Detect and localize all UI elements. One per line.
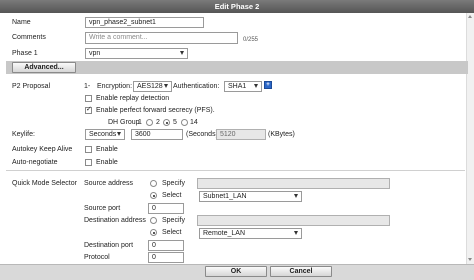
chevron-down-icon <box>180 51 184 55</box>
source-select-label: Select <box>162 192 182 199</box>
name-input[interactable]: vpn_phase2_subnet1 <box>85 17 204 28</box>
keylife-seconds-label: (Seconds) <box>186 131 218 138</box>
dh-option-label: 14 <box>190 119 198 126</box>
vertical-scrollbar[interactable] <box>466 13 474 264</box>
keylife-seconds-input[interactable]: 3600 <box>131 129 183 140</box>
autokey-enable-label: Enable <box>96 146 118 153</box>
keylife-kbytes-label: (KBytes) <box>268 131 295 138</box>
pfs-label: Enable perfect forward secrecy (PFS). <box>96 107 215 114</box>
comments-label: Comments <box>12 34 46 41</box>
proposal-index: 1- <box>84 83 91 90</box>
cancel-button[interactable]: Cancel <box>270 266 332 277</box>
destination-specify-radio[interactable] <box>150 217 157 224</box>
destination-address-select[interactable]: Remote_LAN <box>199 228 302 239</box>
dh-group-1-radio[interactable] <box>146 119 153 126</box>
dh-group-2-radio[interactable] <box>163 119 170 126</box>
replay-detection-checkbox[interactable] <box>85 95 92 102</box>
source-port-input[interactable]: 0 <box>148 203 184 214</box>
pfs-checkbox[interactable] <box>85 105 92 114</box>
protocol-input[interactable]: 0 <box>148 252 184 263</box>
ok-button[interactable]: OK <box>205 266 267 277</box>
name-label: Name <box>12 19 31 26</box>
destination-specify-label: Specify <box>162 217 185 224</box>
phase1-label: Phase 1 <box>12 50 38 57</box>
destination-port-input[interactable]: 0 <box>148 240 184 251</box>
dialog-title: Edit Phase 2 <box>0 0 474 13</box>
help-icon[interactable]: + <box>264 81 272 89</box>
p2-proposal-label: P2 Proposal <box>12 83 51 90</box>
source-specify-radio[interactable] <box>150 180 157 187</box>
chevron-down-icon <box>164 84 168 88</box>
autonegotiate-label: Auto-negotiate <box>12 159 58 166</box>
chevron-down-icon <box>294 194 298 198</box>
keylife-kbytes-input[interactable]: 5120 <box>216 129 266 140</box>
keylife-label: Keylife: <box>12 131 35 138</box>
phase1-select[interactable]: vpn <box>85 48 188 59</box>
source-select-radio[interactable] <box>150 192 157 199</box>
protocol-label: Protocol <box>84 254 110 261</box>
autonegotiate-checkbox[interactable] <box>85 159 92 166</box>
authentication-label: Authentication: <box>173 83 220 90</box>
source-address-select[interactable]: Subnet1_LAN <box>199 191 302 202</box>
dh-option-label: 2 <box>156 119 160 126</box>
quick-mode-label: Quick Mode Selector <box>12 180 77 187</box>
chevron-down-icon <box>254 84 258 88</box>
autonegotiate-enable-label: Enable <box>96 159 118 166</box>
destination-address-label: Destination address <box>84 217 146 224</box>
destination-port-label: Destination port <box>84 242 134 249</box>
source-address-label: Source address <box>84 180 134 187</box>
source-specify-input[interactable] <box>197 178 390 189</box>
source-specify-label: Specify <box>162 180 185 187</box>
dh-group-5-radio[interactable] <box>181 119 188 126</box>
authentication-select[interactable]: SHA1 <box>224 81 262 92</box>
autokey-checkbox[interactable] <box>85 146 92 153</box>
section-divider <box>6 170 465 171</box>
dh-option-label: 5 <box>173 119 177 126</box>
destination-select-label: Select <box>162 229 182 236</box>
destination-select-radio[interactable] <box>150 229 157 236</box>
encryption-label: Encryption: <box>97 83 133 90</box>
dh-group-label: DH Group <box>108 119 140 126</box>
chevron-down-icon <box>117 132 121 136</box>
destination-specify-input[interactable] <box>197 215 390 226</box>
autokey-label: Autokey Keep Alive <box>12 146 73 153</box>
comments-textarea[interactable]: Write a comment... <box>85 32 238 44</box>
replay-detection-label: Enable replay detection <box>96 95 170 102</box>
encryption-select[interactable]: AES128 <box>133 81 172 92</box>
scroll-up-icon[interactable] <box>467 14 474 20</box>
comments-counter: 0/255 <box>243 37 259 43</box>
dh-option-label: 1 <box>138 119 142 126</box>
source-port-label: Source port <box>84 205 121 212</box>
scroll-down-icon[interactable] <box>467 256 474 262</box>
keylife-unit-select[interactable]: Seconds <box>85 129 125 140</box>
chevron-down-icon <box>294 231 298 235</box>
advanced-button[interactable]: Advanced... <box>12 62 76 73</box>
